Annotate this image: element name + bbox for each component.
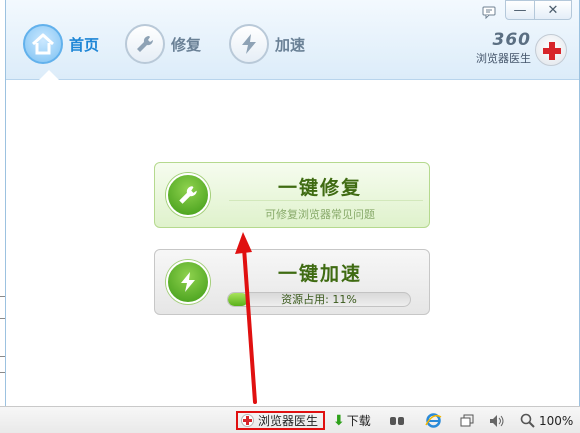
red-cross-icon [241, 414, 254, 427]
repair-subtitle: 可修复浏览器常见问题 [265, 208, 375, 221]
nav-repair[interactable]: 修复 [125, 24, 201, 64]
home-icon [23, 24, 63, 64]
feedback-icon[interactable] [479, 2, 499, 22]
download-arrow-icon: ⬇ [333, 412, 345, 429]
download-button[interactable]: ⬇ 下载 [333, 411, 371, 430]
lightning-icon [166, 260, 210, 304]
brand-number: 360 [492, 30, 531, 50]
browser-doctor-label: 浏览器医生 [258, 414, 319, 428]
zoom-control[interactable]: 100% [520, 411, 573, 430]
divider [229, 200, 423, 201]
adblock-icon[interactable] [388, 411, 406, 430]
browser-doctor-button[interactable]: 浏览器医生 [236, 411, 325, 430]
browser-statusbar: 浏览器医生 ⬇ 下载 100% [0, 406, 580, 433]
wrench-icon [166, 173, 210, 217]
ie-compat-icon[interactable] [424, 411, 442, 430]
nav-home[interactable]: 首页 [23, 24, 99, 64]
browser-doctor-window: 首页 修复 加速 360 浏览器医生 — ✕ 一键修复 可修复浏览器常见问题 一… [5, 0, 580, 406]
resource-usage-bar: 资源占用: 11% [227, 292, 411, 307]
close-button[interactable]: ✕ [534, 0, 572, 20]
nav-speedup[interactable]: 加速 [229, 24, 305, 64]
magnifier-icon [520, 413, 535, 428]
volume-icon[interactable] [488, 411, 506, 430]
lightning-icon [229, 24, 269, 64]
red-cross-icon [535, 34, 567, 66]
one-click-speedup-button[interactable]: 一键加速 资源占用: 11% [154, 249, 430, 315]
nav-home-label: 首页 [69, 35, 100, 54]
minimize-button[interactable]: — [505, 0, 535, 20]
resource-usage-label: 资源占用: 11% [281, 293, 357, 306]
download-label: 下载 [346, 414, 371, 428]
one-click-repair-button[interactable]: 一键修复 可修复浏览器常见问题 [154, 162, 430, 228]
nav-active-pointer [39, 70, 59, 80]
wrench-icon [125, 24, 165, 64]
brand: 360 浏览器医生 [476, 30, 531, 66]
nav-speedup-label: 加速 [275, 35, 306, 54]
speedup-title: 一键加速 [277, 263, 362, 285]
nav-repair-label: 修复 [171, 35, 202, 54]
window-header: 首页 修复 加速 360 浏览器医生 — ✕ [6, 0, 579, 80]
screen: 首页 修复 加速 360 浏览器医生 — ✕ 一键修复 可修复浏览器常见问题 一… [0, 0, 580, 433]
window-restore-icon[interactable] [458, 411, 476, 430]
brand-name: 浏览器医生 [476, 52, 531, 65]
zoom-level: 100% [539, 413, 574, 428]
repair-title: 一键修复 [277, 177, 362, 199]
